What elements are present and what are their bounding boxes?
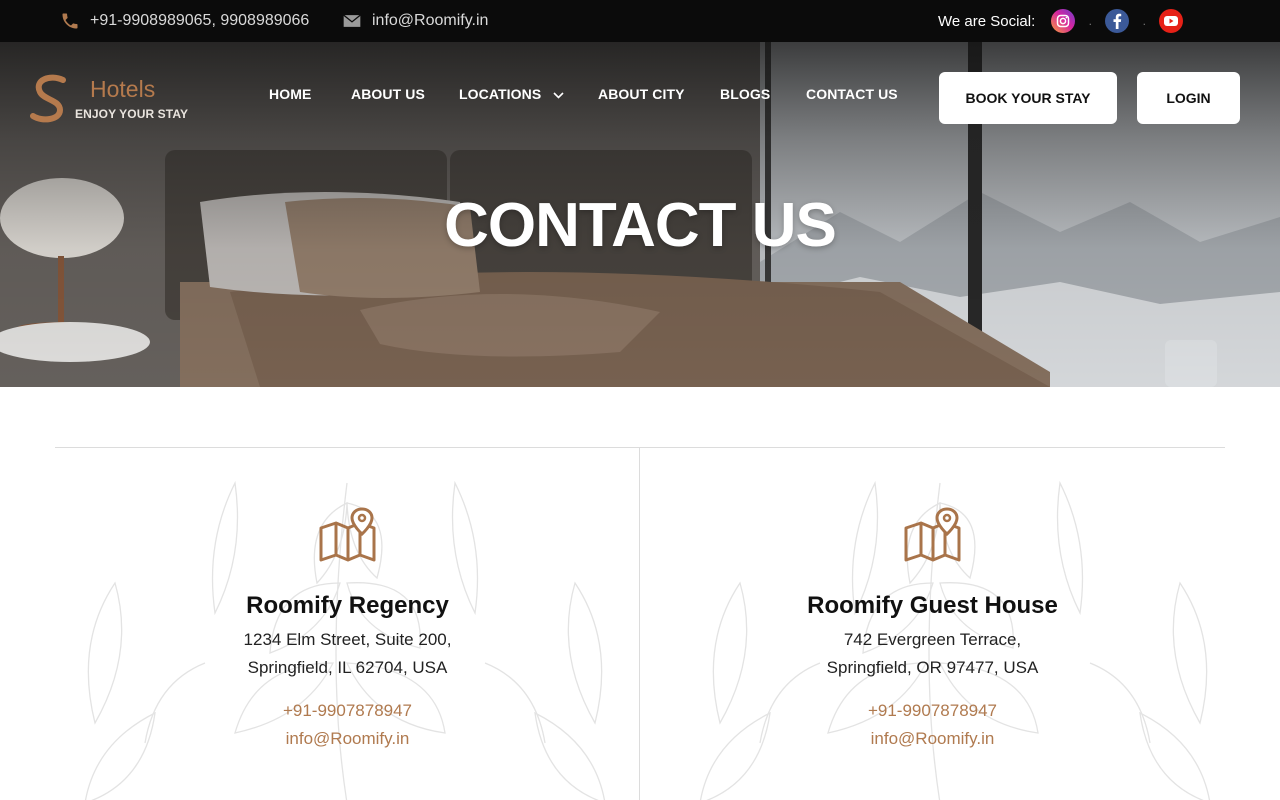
- page-title: CONTACT US: [444, 191, 837, 260]
- location-address-line1: 742 Evergreen Terrace,: [843, 630, 1022, 649]
- social-links: We are Social: . .: [938, 0, 1184, 42]
- topbar-phone[interactable]: +91-9908989065, 9908989066: [60, 0, 309, 42]
- logo-brand: Hotels: [90, 76, 156, 102]
- map-pin-icon: [904, 507, 960, 562]
- instagram-icon[interactable]: [1051, 9, 1076, 33]
- login-button[interactable]: LOGIN: [1137, 72, 1240, 124]
- topbar-email[interactable]: info@Roomify.in: [342, 0, 488, 42]
- location-name: Roomify Guest House: [807, 592, 1058, 619]
- phone-icon: [60, 11, 80, 31]
- nav-about-us[interactable]: ABOUT US: [351, 86, 425, 102]
- top-contact-bar: +91-9908989065, 9908989066 info@Roomify.…: [0, 0, 1280, 42]
- phone-numbers: +91-9908989065, 9908989066: [90, 12, 310, 29]
- logo-s-icon: [30, 74, 66, 123]
- youtube-icon[interactable]: [1159, 9, 1184, 33]
- nav-blogs[interactable]: BLOGS: [720, 86, 770, 102]
- nav-locations-label: LOCATIONS: [459, 86, 542, 102]
- social-label: We are Social:: [938, 12, 1036, 30]
- location-card: Roomify Regency 1234 Elm Street, Suite 2…: [55, 448, 640, 800]
- logo-tagline: ENJOY YOUR STAY: [75, 107, 189, 121]
- book-your-stay-button[interactable]: BOOK YOUR STAY: [939, 72, 1117, 124]
- location-address-line2: Springfield, OR 97477, USA: [826, 658, 1039, 677]
- social-separator: .: [1142, 14, 1146, 28]
- site-logo[interactable]: Hotels ENJOY YOUR STAY: [30, 74, 190, 124]
- location-name: Roomify Regency: [246, 592, 449, 619]
- location-email-link[interactable]: info@Roomify.in: [55, 729, 640, 749]
- map-pin-icon: [319, 507, 375, 562]
- location-address-line1: 1234 Elm Street, Suite 200,: [243, 630, 452, 649]
- nav-locations[interactable]: LOCATIONS: [459, 86, 564, 102]
- nav-home[interactable]: HOME: [269, 86, 311, 102]
- location-address-line2: Springfield, IL 62704, USA: [247, 658, 448, 677]
- location-phone-link[interactable]: +91-9907878947: [640, 701, 1225, 721]
- location-card: Roomify Guest House 742 Evergreen Terrac…: [640, 448, 1225, 800]
- location-email-link[interactable]: info@Roomify.in: [640, 729, 1225, 749]
- chevron-down-icon: [553, 92, 564, 99]
- facebook-icon[interactable]: [1105, 9, 1130, 33]
- nav-about-city[interactable]: ABOUT CITY: [598, 86, 685, 102]
- nav-contact-us[interactable]: CONTACT US: [806, 86, 898, 102]
- location-phone-link[interactable]: +91-9907878947: [55, 701, 640, 721]
- envelope-icon: [342, 11, 362, 31]
- email-address: info@Roomify.in: [372, 12, 489, 29]
- social-separator: .: [1088, 14, 1092, 28]
